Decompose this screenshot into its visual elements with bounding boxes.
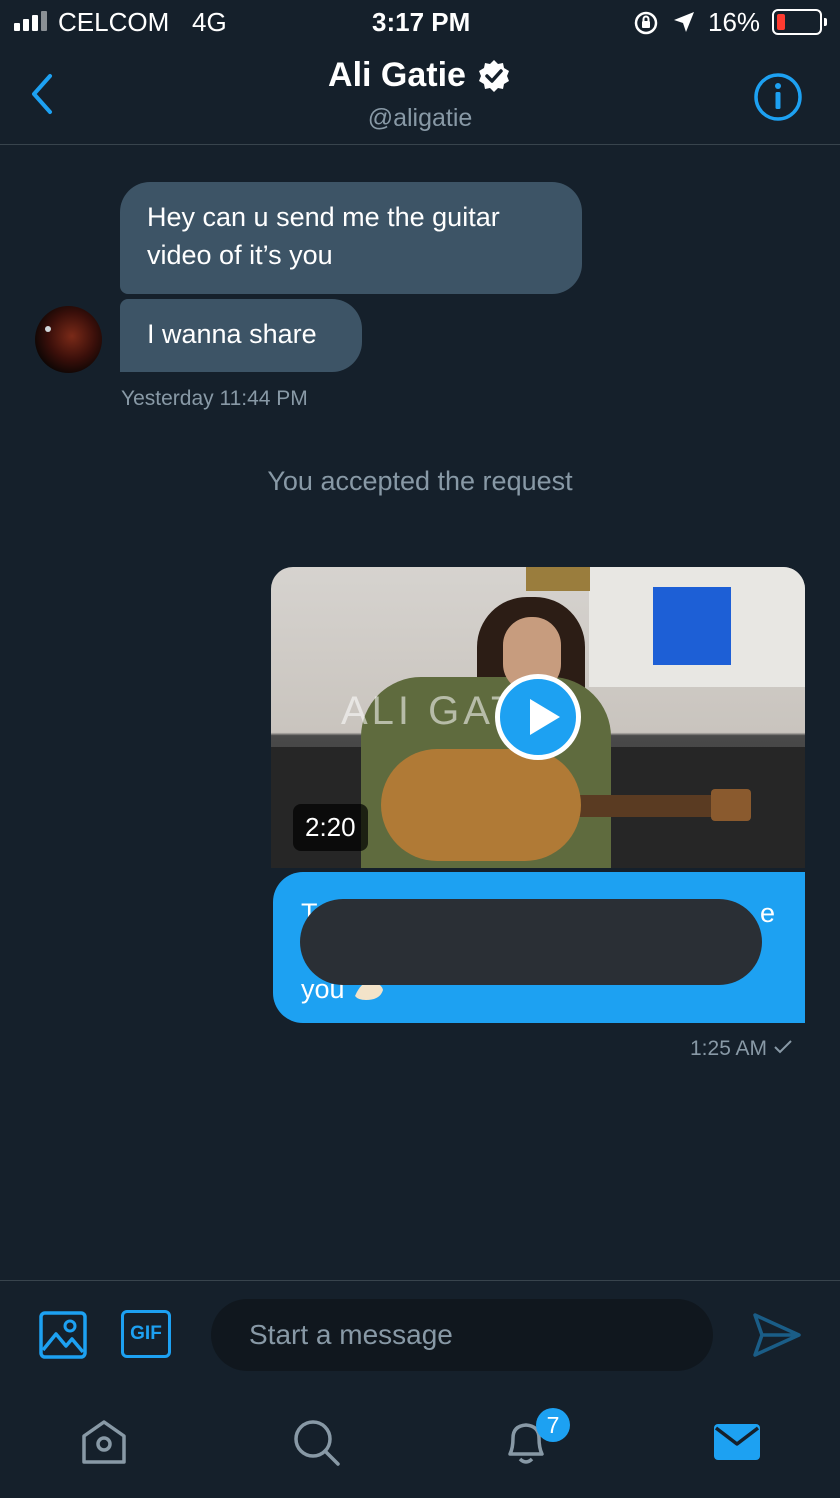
message-fragment: e	[759, 898, 775, 928]
tab-bar	[0, 1390, 840, 1498]
battery-icon	[772, 9, 827, 35]
clock: 3:17 PM	[372, 7, 471, 37]
network-label: 4G	[192, 7, 227, 37]
system-notice: You accepted the request	[267, 466, 573, 496]
conversation-header: Ali Gatie @aligatie	[0, 46, 840, 145]
messages-icon[interactable]	[711, 1416, 763, 1468]
play-icon[interactable]	[495, 674, 581, 760]
video-watermark: ALI GAT	[341, 689, 520, 733]
status-bar: CELCOM 4G 3:17 PM 16%	[0, 0, 840, 46]
redaction-overlay	[300, 899, 762, 985]
gif-button[interactable]: GIF	[121, 1310, 171, 1358]
search-icon[interactable]	[290, 1416, 342, 1468]
avatar[interactable]	[35, 306, 102, 373]
notifications-badge: 7	[536, 1408, 570, 1442]
message-composer: GIF	[0, 1280, 840, 1391]
contact-name: Ali Gatie	[328, 56, 466, 94]
send-icon[interactable]	[752, 1311, 802, 1359]
incoming-message[interactable]: Hey can u send me the guitar video of it…	[120, 182, 582, 294]
message-timestamp: 1:25 AM	[690, 1037, 793, 1061]
sent-check-icon	[774, 1040, 792, 1054]
location-icon	[674, 12, 694, 32]
video-duration: 2:20	[293, 804, 368, 851]
verified-icon	[478, 59, 509, 92]
rotation-lock-icon	[634, 11, 658, 35]
contact-title[interactable]: Ali Gatie	[0, 56, 840, 95]
message-input[interactable]	[211, 1299, 713, 1371]
home-icon[interactable]	[78, 1416, 130, 1468]
carrier-label: CELCOM	[58, 7, 170, 37]
contact-handle: @aligatie	[367, 104, 473, 132]
message-line: video of it’s you	[147, 240, 333, 270]
video-thumbnail[interactable]: ALI GAT 2:20	[271, 567, 805, 868]
message-timestamp: Yesterday 11:44 PM	[121, 387, 308, 410]
info-icon[interactable]	[752, 71, 804, 123]
message-text: I wanna share	[147, 319, 317, 349]
incoming-message[interactable]: I wanna share	[120, 299, 362, 372]
image-icon[interactable]	[38, 1310, 88, 1360]
message-line: Hey can u send me the guitar	[147, 202, 500, 232]
poster	[653, 587, 731, 665]
battery-percent: 16%	[708, 7, 761, 37]
